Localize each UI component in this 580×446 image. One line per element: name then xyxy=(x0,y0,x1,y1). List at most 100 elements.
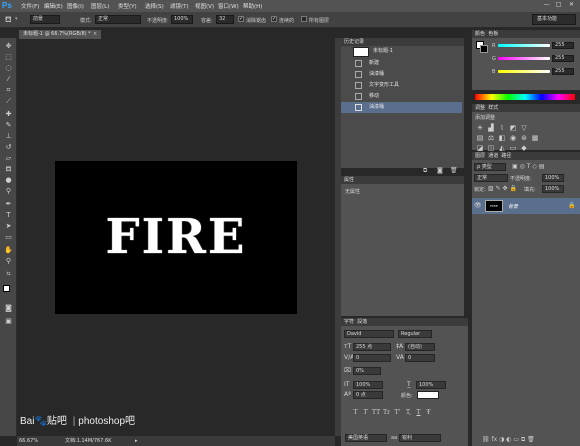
opacity-input[interactable]: 100% xyxy=(171,15,193,24)
mode-select[interactable]: 正常 xyxy=(95,15,141,24)
menu-type[interactable]: 类型(Y) xyxy=(118,2,137,10)
antialias-checkbox[interactable]: ✓ xyxy=(238,16,244,22)
history-item[interactable]: 油漆桶 xyxy=(341,69,462,80)
baseline-shift-input[interactable]: 0 点 xyxy=(353,391,383,399)
subscript-button[interactable]: T, xyxy=(405,409,412,417)
history-item[interactable]: 移动 xyxy=(341,91,462,102)
selective-color-icon[interactable]: ◆ xyxy=(520,144,528,152)
crop-tool-icon[interactable]: ⌗ xyxy=(3,86,14,95)
menu-image[interactable]: 图像(I) xyxy=(67,2,84,10)
text-color-swatch[interactable] xyxy=(417,391,439,399)
screen-mode-icon[interactable]: ▣ xyxy=(3,317,14,326)
all-caps-button[interactable]: TT xyxy=(372,409,380,417)
type-tool-icon[interactable]: T xyxy=(3,211,14,220)
snapshot-camera-icon[interactable]: ◙ xyxy=(437,167,443,174)
brightness-contrast-icon[interactable]: ☀ xyxy=(476,124,484,132)
filter-icons[interactable]: ▣ ◎ T ◇ ▤ xyxy=(512,163,544,170)
maximize-button[interactable]: □ xyxy=(554,1,563,9)
color-lookup-icon[interactable]: ▦ xyxy=(531,134,539,142)
new-document-from-state-icon[interactable]: ⧉ xyxy=(423,167,427,175)
menu-filter[interactable]: 滤镜(T) xyxy=(170,2,189,10)
eyedropper-tool-icon[interactable]: ⟋ xyxy=(3,97,14,106)
layer-row-background[interactable]: 👁 FIRE 背景 🔒 xyxy=(472,198,580,214)
red-value[interactable]: 255 xyxy=(552,42,574,49)
menu-layer[interactable]: 图层(L) xyxy=(91,2,109,10)
minimize-button[interactable]: — xyxy=(542,1,551,9)
swap-colors-icon[interactable]: ⇆ xyxy=(3,270,14,279)
foreground-color-swatch[interactable] xyxy=(3,285,10,292)
menu-edit[interactable]: 编辑(E) xyxy=(44,2,63,10)
tab-styles[interactable]: 样式 xyxy=(488,105,498,111)
invert-icon[interactable]: ◪ xyxy=(476,144,484,152)
hue-saturation-icon[interactable]: ▤ xyxy=(476,134,484,142)
color-balance-icon[interactable]: ⚖ xyxy=(487,134,495,142)
blue-slider[interactable] xyxy=(498,70,550,73)
small-caps-button[interactable]: Tr xyxy=(383,409,390,417)
history-item[interactable]: 文字变形工具 xyxy=(341,80,462,91)
fill-source-select[interactable]: 前景 xyxy=(30,15,60,24)
properties-tab[interactable]: 属性 xyxy=(341,176,464,184)
black-white-icon[interactable]: ◧ xyxy=(498,134,506,142)
background-color-chip[interactable] xyxy=(480,45,488,53)
tsume-input[interactable]: 0% xyxy=(353,367,381,375)
kerning-input[interactable]: 0 xyxy=(353,354,391,362)
zoom-tool-icon[interactable]: ⚲ xyxy=(3,257,14,266)
all-layers-checkbox[interactable] xyxy=(301,16,307,22)
history-item-selected[interactable]: 油漆桶 xyxy=(341,102,462,113)
underline-button[interactable]: T xyxy=(415,409,422,417)
threshold-icon[interactable]: ◭ xyxy=(498,144,506,152)
green-value[interactable]: 255 xyxy=(552,55,574,62)
hand-tool-icon[interactable]: ✋ xyxy=(3,246,14,255)
close-button[interactable]: ✕ xyxy=(567,1,576,9)
dodge-tool-icon[interactable]: ⚲ xyxy=(3,187,14,196)
history-tab[interactable]: 历史记录 xyxy=(341,38,464,46)
tool-preset-chevron-icon[interactable]: ▾ xyxy=(15,16,18,22)
horizontal-scale-input[interactable]: 100% xyxy=(416,381,446,389)
vertical-scale-input[interactable]: 100% xyxy=(353,381,383,389)
quick-mask-icon[interactable]: ◙ xyxy=(3,304,14,313)
blue-value[interactable]: 255 xyxy=(552,68,574,75)
magic-wand-tool-icon[interactable]: ⁄ xyxy=(3,75,14,84)
layer-opacity-input[interactable]: 100% xyxy=(542,174,564,182)
menu-help[interactable]: 帮助(H) xyxy=(243,2,262,10)
superscript-button[interactable]: T' xyxy=(394,409,401,417)
visibility-eye-icon[interactable]: 👁 xyxy=(474,202,482,209)
posterize-icon[interactable]: ◫ xyxy=(487,144,495,152)
vibrance-icon[interactable]: ▽ xyxy=(520,124,528,132)
faux-italic-button[interactable]: T xyxy=(362,409,369,417)
layer-fill-input[interactable]: 100% xyxy=(542,185,564,193)
channel-mixer-icon[interactable]: ⊛ xyxy=(520,134,528,142)
menu-view[interactable]: 视图(V) xyxy=(195,2,214,10)
move-tool-icon[interactable]: ✥ xyxy=(3,42,14,51)
clone-stamp-tool-icon[interactable]: ⊥ xyxy=(3,132,14,141)
paint-bucket-tool-icon[interactable]: ⛾ xyxy=(3,165,14,174)
tab-adjustments[interactable]: 调整 xyxy=(475,105,485,111)
path-selection-tool-icon[interactable]: ➤ xyxy=(3,222,14,231)
layers-footer-icons[interactable]: ⛓ fx ◑ ◐ ▭ ⧉ 🗑 xyxy=(482,436,535,444)
spectrum-bar[interactable] xyxy=(475,94,575,100)
layer-filter-select[interactable]: ρ 类型 xyxy=(474,163,506,171)
leading-input[interactable]: (自动) xyxy=(405,343,435,351)
document-canvas[interactable]: FIRE xyxy=(55,161,297,314)
layer-name[interactable]: 背景 xyxy=(508,203,518,210)
levels-icon[interactable]: ▟ xyxy=(487,124,495,132)
tolerance-input[interactable]: 32 xyxy=(216,15,234,24)
healing-brush-tool-icon[interactable]: ✚ xyxy=(3,110,14,119)
zoom-level[interactable]: 66.67% xyxy=(19,436,38,446)
tab-color[interactable]: 颜色 xyxy=(475,31,485,37)
tracking-input[interactable]: 0 xyxy=(405,354,435,362)
font-family-select[interactable]: David xyxy=(344,330,394,338)
history-snapshot[interactable]: 未标题-1 xyxy=(341,46,462,58)
brush-tool-icon[interactable]: ✎ xyxy=(3,121,14,130)
gradient-map-icon[interactable]: ▭ xyxy=(509,144,517,152)
tab-swatches[interactable]: 色板 xyxy=(488,31,498,37)
pen-tool-icon[interactable]: ✒ xyxy=(3,200,14,209)
paint-bucket-icon[interactable]: ⛾ xyxy=(5,15,12,25)
green-slider[interactable] xyxy=(498,57,550,60)
menu-file[interactable]: 文件(F) xyxy=(21,2,39,10)
font-style-select[interactable]: Regular xyxy=(398,330,432,338)
font-size-input[interactable]: 255 点 xyxy=(353,343,391,351)
tab-channels[interactable]: 通道 xyxy=(488,153,498,159)
marquee-tool-icon[interactable]: ⬚ xyxy=(3,53,14,62)
blend-mode-select[interactable]: 正常 xyxy=(474,174,508,182)
